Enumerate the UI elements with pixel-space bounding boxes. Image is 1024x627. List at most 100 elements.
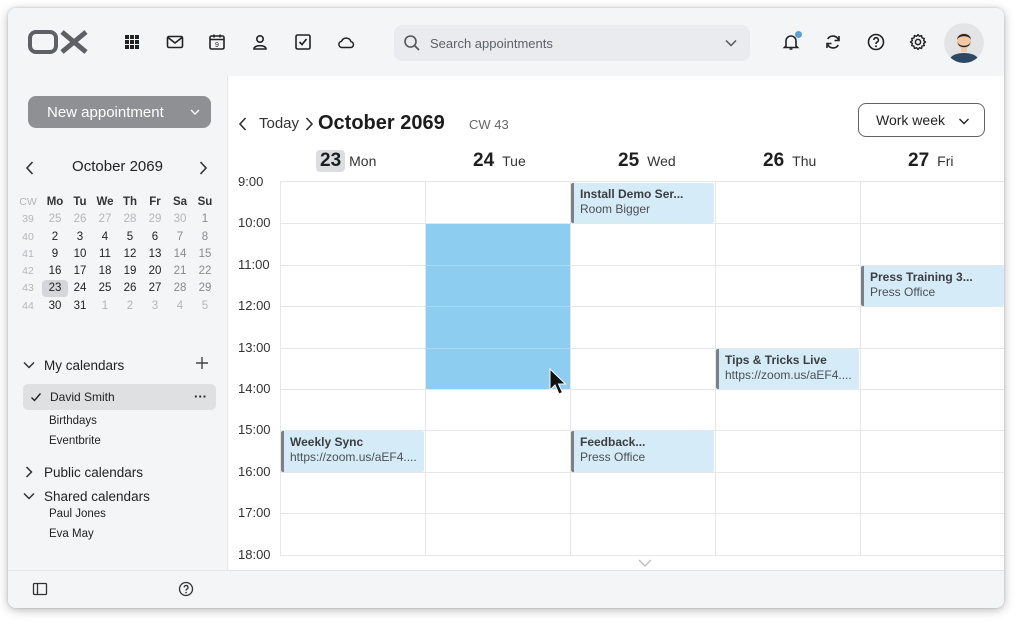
- mini-calendar-day[interactable]: 28: [117, 211, 143, 228]
- mini-calendar-day[interactable]: 24: [67, 280, 93, 297]
- mini-calendar-day[interactable]: 21: [167, 263, 193, 280]
- mini-calendar-day[interactable]: 8: [192, 229, 218, 246]
- day-header-mon[interactable]: 23 Mon: [316, 150, 376, 176]
- mini-calendar-week-row: 44 30 31 1 2 3 4 5: [18, 298, 218, 315]
- mini-calendar-week-number: 43: [22, 282, 34, 295]
- user-avatar[interactable]: [944, 23, 984, 63]
- chevron-down-icon[interactable]: [189, 106, 201, 118]
- mini-calendar-day[interactable]: 19: [117, 263, 143, 280]
- public-calendars-header[interactable]: Public calendars: [22, 462, 143, 482]
- mini-calendar-day[interactable]: 27: [92, 211, 118, 228]
- mini-calendar-day[interactable]: 31: [67, 298, 93, 315]
- selection-gridline: [425, 264, 570, 266]
- mini-calendar-day[interactable]: 13: [142, 246, 168, 263]
- mini-calendar-day[interactable]: 26: [117, 280, 143, 297]
- chevron-down-icon[interactable]: [724, 36, 738, 50]
- mini-calendar-day[interactable]: 11: [92, 246, 118, 263]
- mini-calendar-day[interactable]: 26: [67, 211, 93, 228]
- checkmark-icon[interactable]: [30, 391, 42, 403]
- mini-calendar-day[interactable]: 6: [142, 229, 168, 246]
- mini-calendar-day[interactable]: 4: [167, 298, 193, 315]
- calendar-item-eva-may[interactable]: Eva May: [49, 528, 94, 540]
- chevron-right-icon[interactable]: [303, 116, 315, 132]
- mini-calendar-day[interactable]: 18: [92, 263, 118, 280]
- mini-calendar-day[interactable]: 5: [117, 229, 143, 246]
- drive-cloud-icon[interactable]: [335, 31, 357, 53]
- appointment-event[interactable]: Tips & Tricks Live https://zoom.us/aEF4..…: [716, 348, 859, 389]
- mini-calendar-day[interactable]: 7: [167, 229, 193, 246]
- calendar-item-birthdays[interactable]: Birthdays: [49, 415, 97, 427]
- shared-calendars-header[interactable]: Shared calendars: [22, 486, 150, 506]
- event-title: Press Training 3...: [870, 269, 973, 284]
- mini-calendar-day[interactable]: 4: [92, 229, 118, 246]
- mini-calendar-day[interactable]: 29: [192, 280, 218, 297]
- mini-calendar-day[interactable]: 3: [142, 298, 168, 315]
- toggle-sidebar-icon[interactable]: [32, 581, 48, 597]
- mini-calendar-day[interactable]: 9: [42, 246, 68, 263]
- mini-calendar-day[interactable]: 12: [117, 246, 143, 263]
- calendar-item-paul-jones[interactable]: Paul Jones: [49, 508, 106, 520]
- mini-calendar-day[interactable]: 14: [167, 246, 193, 263]
- mini-calendar-day[interactable]: 5: [192, 298, 218, 315]
- mini-calendar-weekday-header: We: [96, 196, 114, 208]
- mini-calendar-weekday-header: Sa: [172, 196, 188, 208]
- mini-calendar-day[interactable]: 20: [142, 263, 168, 280]
- help-icon[interactable]: [178, 581, 194, 597]
- day-header-tue[interactable]: 24 Tue: [469, 150, 526, 176]
- search-box[interactable]: [394, 25, 750, 61]
- mini-calendar-day[interactable]: 22: [192, 263, 218, 280]
- day-header-thu[interactable]: 26 Thu: [759, 150, 816, 176]
- mini-calendar-week-row: 41 9 10 11 12 13 14 15: [18, 246, 218, 263]
- appointment-event[interactable]: Install Demo Ser... Room Bigger: [571, 183, 714, 224]
- mini-calendar-day[interactable]: 25: [42, 211, 68, 228]
- mini-calendar-day[interactable]: 30: [42, 298, 68, 315]
- mini-calendar-day[interactable]: 16: [42, 263, 68, 280]
- chevron-left-icon[interactable]: [237, 116, 249, 132]
- help-icon[interactable]: [865, 31, 887, 53]
- mini-calendar-selected-day[interactable]: 23: [42, 280, 68, 298]
- my-calendars-header[interactable]: My calendars: [22, 355, 124, 375]
- mini-calendar-day[interactable]: 25: [92, 280, 118, 297]
- calendar-item-david-smith[interactable]: David Smith ···: [23, 384, 216, 410]
- appointment-event[interactable]: Feedback... Press Office: [571, 431, 714, 472]
- mini-calendar-day[interactable]: 10: [67, 246, 93, 263]
- mini-calendar-day[interactable]: 27: [142, 280, 168, 297]
- mini-calendar-week-number: 42: [22, 265, 34, 278]
- calendar-icon[interactable]: 9: [206, 31, 228, 53]
- bell-icon[interactable]: [780, 31, 802, 53]
- mini-calendar-week-number: 40: [22, 230, 34, 243]
- svg-text:9: 9: [215, 42, 219, 49]
- scroll-down-chevron-icon[interactable]: [638, 558, 652, 568]
- shared-calendars-label: Shared calendars: [44, 488, 150, 504]
- event-location: Press Office: [870, 284, 936, 299]
- mini-calendar-day[interactable]: 29: [142, 211, 168, 228]
- week-grid[interactable]: Install Demo Ser... Room Bigger Press Trai…: [280, 181, 1004, 556]
- mini-calendar-day[interactable]: 3: [67, 229, 93, 246]
- mini-calendar-day[interactable]: 2: [117, 298, 143, 315]
- refresh-icon[interactable]: [822, 31, 844, 53]
- mini-calendar-day[interactable]: 2: [42, 229, 68, 246]
- mini-calendar-day[interactable]: 1: [192, 211, 218, 228]
- add-calendar-plus-icon[interactable]: [195, 356, 209, 370]
- view-selector-button[interactable]: Work week: [858, 103, 985, 137]
- today-button[interactable]: Today: [259, 115, 299, 132]
- appointment-event[interactable]: Weekly Sync https://zoom.us/aEF4....: [281, 431, 424, 472]
- mail-icon[interactable]: [164, 31, 186, 53]
- day-header-wed[interactable]: 25 Wed: [614, 150, 676, 176]
- appointment-event[interactable]: Press Training 3... Press Office: [861, 265, 1004, 307]
- settings-gear-icon[interactable]: [907, 31, 929, 53]
- chevron-right-icon[interactable]: [196, 160, 210, 176]
- mini-calendar-day[interactable]: 30: [167, 211, 193, 228]
- calendar-item-eventbrite[interactable]: Eventbrite: [49, 435, 101, 447]
- mini-calendar-day[interactable]: 28: [167, 280, 193, 297]
- day-header-fri[interactable]: 27 Fri: [904, 150, 953, 176]
- mini-calendar-day[interactable]: 17: [67, 263, 93, 280]
- apps-grid-icon[interactable]: [121, 31, 143, 53]
- mini-calendar-day[interactable]: 1: [92, 298, 118, 315]
- new-appointment-button[interactable]: New appointment: [28, 96, 211, 128]
- more-options-icon[interactable]: ···: [194, 389, 207, 404]
- mini-calendar-day[interactable]: 15: [192, 246, 218, 263]
- tasks-icon[interactable]: [292, 31, 314, 53]
- search-input[interactable]: [430, 32, 700, 54]
- contacts-icon[interactable]: [249, 31, 271, 53]
